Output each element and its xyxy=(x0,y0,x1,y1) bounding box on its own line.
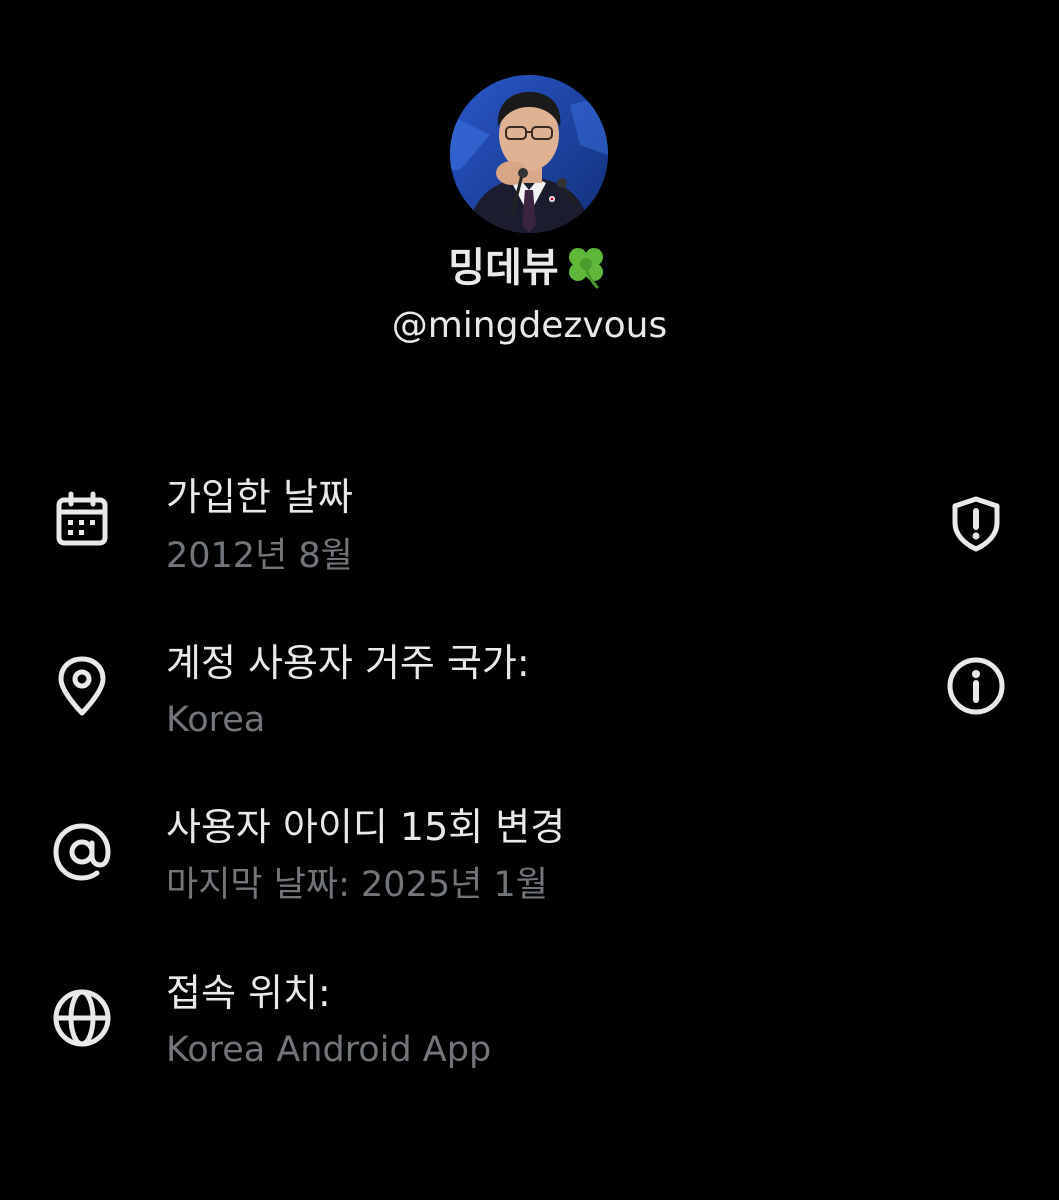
join-date-title: 가입한 날짜 xyxy=(166,475,353,519)
info-row-country: 계정 사용자 거주 국가: Korea xyxy=(0,632,1059,752)
info-row-connection: 접속 위치: Korea Android App xyxy=(0,964,1059,1084)
username-changes-value: 마지막 날짜: 2025년 1월 xyxy=(166,865,548,905)
display-name-text: 밍데뷰 xyxy=(448,245,559,291)
at-sign-icon xyxy=(50,820,114,884)
info-row-username-changes: 사용자 아이디 15회 변경 마지막 날짜: 2025년 1월 xyxy=(0,798,1059,918)
connection-value: Korea Android App xyxy=(166,1030,492,1070)
display-name: 밍데뷰 xyxy=(0,236,1059,298)
profile-header: 밍데뷰 @mingdezvous xyxy=(0,0,1059,400)
globe-icon xyxy=(50,986,114,1050)
connection-title: 접속 위치: xyxy=(166,971,331,1015)
avatar[interactable] xyxy=(450,75,608,233)
location-pin-icon xyxy=(50,654,114,718)
username-changes-title: 사용자 아이디 15회 변경 xyxy=(166,805,566,849)
calendar-icon xyxy=(50,488,114,552)
country-title: 계정 사용자 거주 국가: xyxy=(166,641,530,685)
join-date-value: 2012년 8월 xyxy=(166,536,353,576)
info-icon[interactable] xyxy=(944,654,1008,718)
avatar-image xyxy=(450,75,608,233)
shield-alert-icon[interactable] xyxy=(944,492,1008,556)
info-row-join-date: 가입한 날짜 2012년 8월 xyxy=(0,466,1059,586)
four-leaf-clover-icon xyxy=(568,248,603,289)
country-value: Korea xyxy=(166,700,266,740)
handle: @mingdezvous xyxy=(391,305,668,346)
